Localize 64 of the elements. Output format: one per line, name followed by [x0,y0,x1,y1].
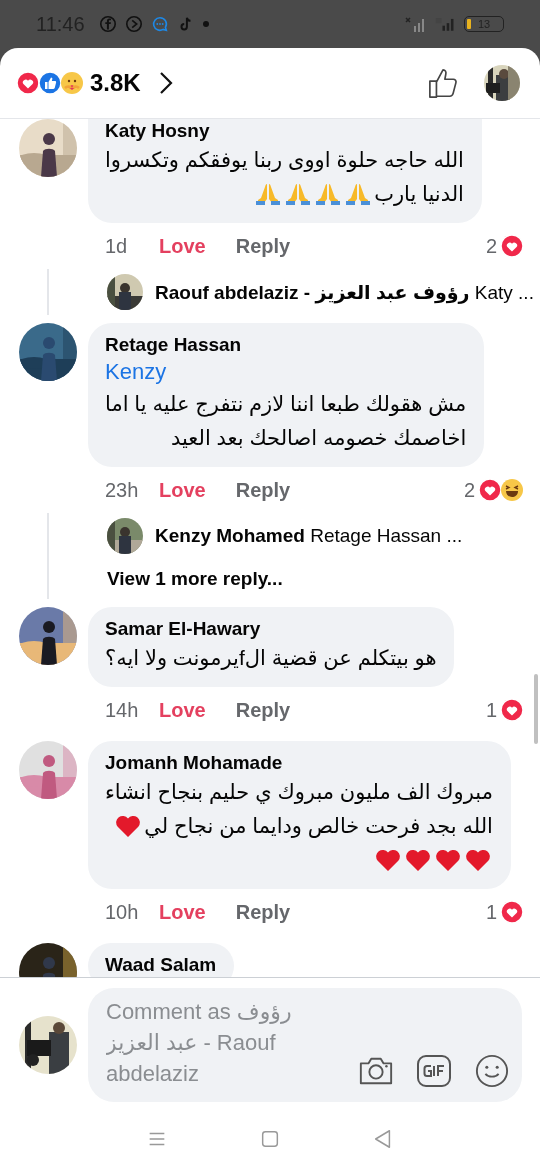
author-name[interactable]: Retage Hassan [105,333,467,357]
haha-reaction-icon [500,478,524,502]
praying-hands-icon [284,182,313,206]
author-name[interactable]: Samar El-Hawary [105,617,437,641]
love-reaction-icon [500,698,524,722]
timestamp: 1d [105,234,129,258]
love-reaction-icon [500,234,524,258]
play-icon [124,15,143,33]
reply-author[interactable]: Kenzy Mohamed [155,525,305,546]
comment-text: هو بيتكلم عن قضية الfيرمونت ولا ايه؟ [105,645,437,672]
comment-text: اخاصمك خصومه اصالحك بعد العيد [171,425,467,452]
love-reaction-icon [500,900,524,924]
reaction-count[interactable]: 2 [485,234,497,258]
mention-link[interactable]: Kenzy [105,357,467,387]
comment-text: مبروك الف مليون مبروك ي حليم بنجاح انشاء [105,779,493,806]
reply-link[interactable]: Reply [235,698,291,722]
comment-text: الله حاجه حلوة اووى ربنا يوفقكم وتكسروا [105,147,464,174]
heart-icon [463,848,492,872]
notification-dot-icon [202,21,209,27]
praying-hands-icon [314,182,343,206]
scrollbar [534,674,538,744]
view-more-replies-link[interactable]: View 1 more reply... [107,568,283,590]
reaction-count[interactable]: 3.8K [90,69,141,97]
reply-link[interactable]: Reply [235,478,291,502]
chat-icon [150,15,169,33]
comment-text: الله بجد فرحت خالص ودايما من نجاح لي [144,813,493,840]
no-signal-icon [404,15,426,33]
praying-hands-icon [254,182,283,206]
praying-hands-icon [344,182,373,206]
care-reaction-icon [60,71,84,95]
love-reaction-icon [478,478,502,502]
heart-icon [373,848,402,872]
signal-icon [434,15,456,33]
love-link[interactable]: Love [159,698,206,722]
heart-icon [403,848,432,872]
author-name[interactable]: Katy Hosny [105,119,464,143]
reply-link[interactable]: Reply [235,900,291,924]
reaction-count[interactable]: 1 [485,698,497,722]
gif-icon[interactable] [416,1054,452,1088]
reaction-count[interactable]: 1 [485,900,497,924]
comment-text: الدنيا يارب [374,181,464,208]
facebook-icon [98,15,117,33]
timestamp: 14h [105,698,140,722]
reaction-count[interactable]: 2 [463,478,475,502]
emoji-icon[interactable] [474,1054,510,1088]
home-icon[interactable] [259,1128,281,1150]
timestamp: 23h [105,478,140,502]
heart-icon [433,848,462,872]
love-link[interactable]: Love [159,478,206,502]
chevron-right-icon[interactable] [158,71,173,95]
reply-link[interactable]: Reply [235,234,291,258]
author-name[interactable]: Jomanh Mohamade [105,751,493,775]
like-reaction-icon [38,71,62,95]
love-reaction-icon [16,71,40,95]
heart-icon [114,814,143,838]
reply-author[interactable]: Raouf abdelaziz - رؤوف عبد العزيز [155,281,470,303]
author-name[interactable]: Waad Salam [105,953,217,977]
like-icon[interactable] [428,67,458,99]
reply-preview[interactable]: Retage Hassan ... [310,525,463,546]
timestamp: 10h [105,900,140,924]
comment-text: مش هقولك طبعا اننا لازم نتفرج عليه يا اما [105,391,467,419]
love-link[interactable]: Love [159,234,206,258]
reply-preview[interactable]: Katy ... [474,281,534,303]
love-link[interactable]: Love [159,900,206,924]
